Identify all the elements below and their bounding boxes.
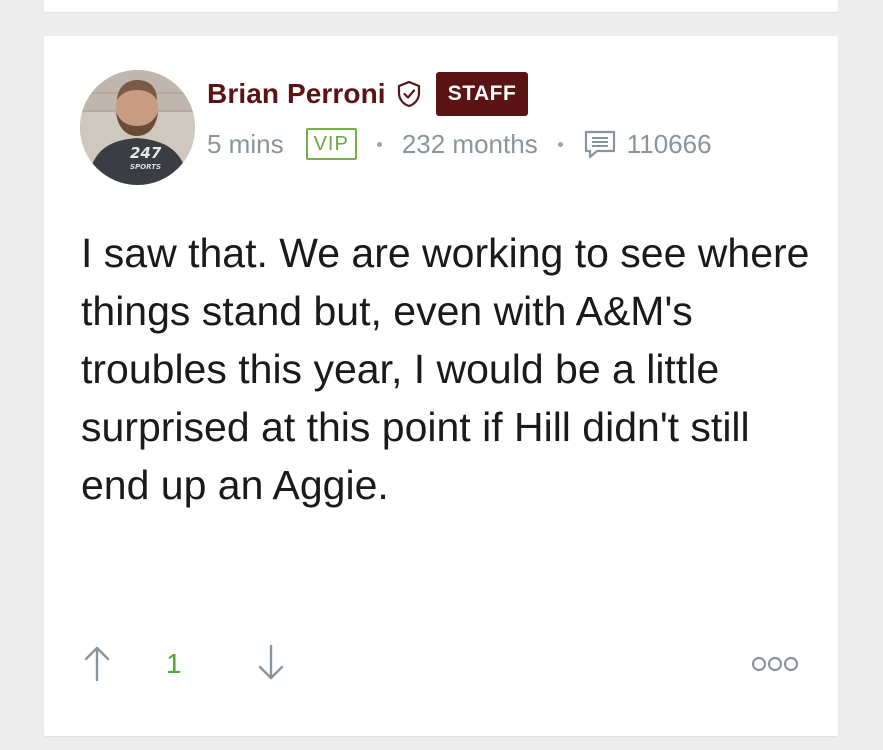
post-body: I saw that. We are working to see where … xyxy=(81,230,810,508)
separator-dot xyxy=(376,141,382,147)
vip-badge: VIP xyxy=(305,128,357,160)
post-count: 110666 xyxy=(626,128,712,159)
staff-badge: STAFF xyxy=(435,72,529,116)
shield-check-icon xyxy=(397,80,420,108)
separator-dot xyxy=(557,141,563,147)
member-duration: 232 months xyxy=(401,128,538,159)
avatar[interactable]: 247 SPORTS xyxy=(80,70,195,185)
forum-post-card: 247 SPORTS Brian Perroni STAFF 5 mins VI… xyxy=(44,36,838,736)
previous-post-card xyxy=(44,0,838,12)
post-timestamp[interactable]: 5 mins xyxy=(207,129,284,160)
post-meta: 5 mins VIP 232 months 110666 xyxy=(207,127,712,161)
post-header: Brian Perroni STAFF xyxy=(207,72,529,116)
arrow-up-icon[interactable] xyxy=(82,644,112,682)
avatar-logo-text: 247 xyxy=(130,144,162,162)
avatar-image: 247 SPORTS xyxy=(80,70,195,185)
arrow-down-icon[interactable] xyxy=(256,644,286,682)
comment-icon xyxy=(584,130,615,159)
more-options-icon[interactable] xyxy=(751,654,799,674)
vote-count: 1 xyxy=(166,648,182,679)
author-name[interactable]: Brian Perroni xyxy=(207,78,386,110)
avatar-logo-subtext: SPORTS xyxy=(130,163,161,171)
